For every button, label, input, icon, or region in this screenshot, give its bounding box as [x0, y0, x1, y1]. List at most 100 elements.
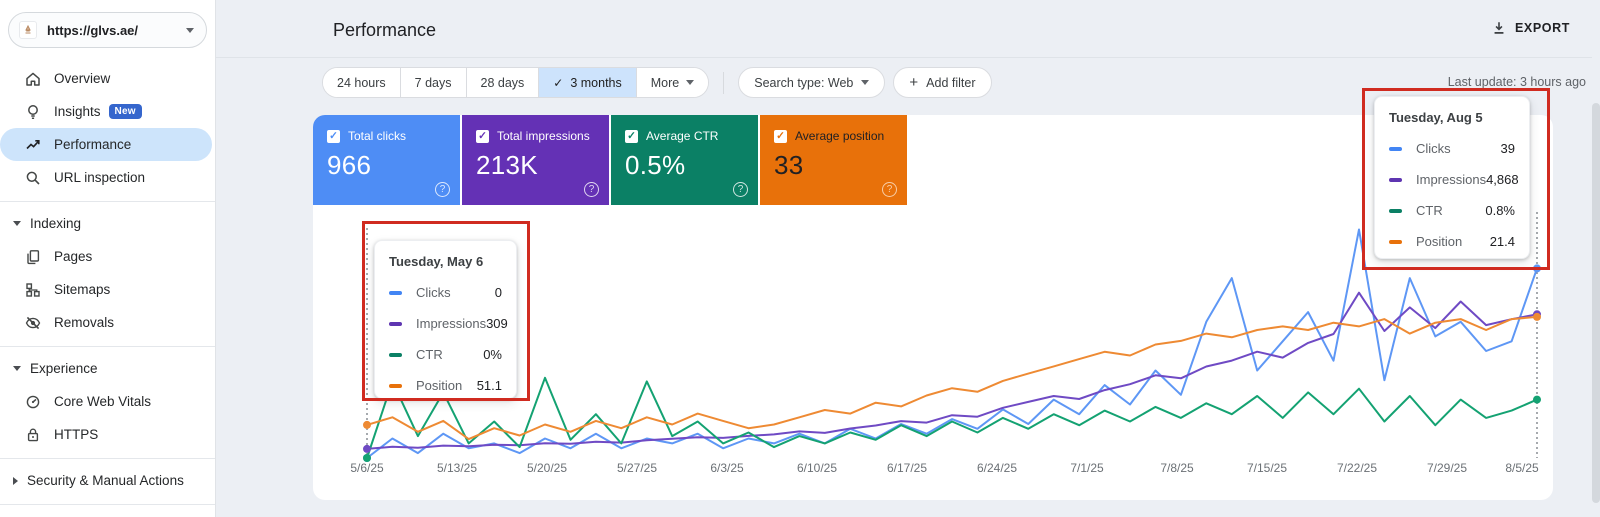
- sidebar-item-label: Performance: [54, 137, 131, 152]
- checkbox-icon[interactable]: ✓: [774, 130, 787, 143]
- chevron-down-icon: [13, 366, 21, 371]
- sidebar-item-label: Overview: [54, 71, 110, 86]
- sidebar-item-label: HTTPS: [54, 427, 98, 442]
- lock-icon: [24, 426, 42, 444]
- checkbox-icon[interactable]: ✓: [625, 130, 638, 143]
- chevron-down-icon: [186, 28, 194, 33]
- metric-cards: ✓ Total clicks 966 ? ✓ Total impressions…: [313, 115, 907, 205]
- sidebar-item-https[interactable]: HTTPS: [0, 418, 215, 451]
- sidebar-item-insights[interactable]: Insights New: [0, 95, 215, 128]
- range-7-days[interactable]: 7 days: [400, 68, 466, 97]
- tooltip-date: Tuesday, Aug 5: [1389, 110, 1515, 125]
- trending-up-icon: [24, 136, 42, 154]
- average-ctr-card[interactable]: ✓ Average CTR 0.5% ?: [611, 115, 758, 205]
- export-label: EXPORT: [1515, 21, 1570, 35]
- section-label: Indexing: [30, 216, 81, 231]
- new-badge: New: [109, 104, 142, 120]
- sidebar-divider: [0, 504, 215, 505]
- card-label: Average CTR: [646, 129, 718, 143]
- sidebar-section-experience[interactable]: Experience: [0, 352, 215, 385]
- card-value: 966: [327, 150, 448, 181]
- help-icon[interactable]: ?: [584, 182, 599, 197]
- position-swatch: [1389, 240, 1402, 244]
- sidebar-item-pages[interactable]: Pages: [0, 240, 215, 273]
- average-position-card[interactable]: ✓ Average position 33 ?: [760, 115, 907, 205]
- sidebar-item-label: Insights: [54, 104, 101, 119]
- header-divider: [216, 57, 1600, 58]
- date-range-control: 24 hours 7 days 28 days ✓ 3 months More: [322, 67, 709, 98]
- last-update-text: Last update: 3 hours ago: [1448, 75, 1586, 89]
- sidebar-item-label: Core Web Vitals: [54, 394, 151, 409]
- property-url: https://glvs.ae/: [47, 23, 186, 38]
- checkbox-icon[interactable]: ✓: [327, 130, 340, 143]
- card-label: Total impressions: [497, 129, 590, 143]
- property-selector[interactable]: https://glvs.ae/: [8, 12, 207, 48]
- x-axis-label: 8/5/25: [1505, 461, 1539, 475]
- sidebar-item-label: URL inspection: [54, 170, 145, 185]
- add-filter-button[interactable]: + Add filter: [893, 67, 991, 98]
- help-icon[interactable]: ?: [435, 182, 450, 197]
- range-more-button[interactable]: More: [636, 68, 708, 97]
- clicks-point: [1533, 264, 1541, 272]
- clicks-swatch: [1389, 147, 1402, 151]
- speedometer-icon: [24, 393, 42, 411]
- position-point: [1533, 313, 1541, 321]
- sitemap-icon: [24, 281, 42, 299]
- sidebar-item-label: Pages: [54, 249, 92, 264]
- chart-tooltip-aug5: Tuesday, Aug 5 Clicks39 Impressions4,868…: [1374, 96, 1530, 259]
- download-icon: [1491, 20, 1507, 36]
- ctr-swatch: [389, 353, 402, 357]
- main-content: Performance EXPORT 24 hours 7 days 28 da…: [216, 0, 1600, 517]
- search-console-performance-page: https://glvs.ae/ Overview Insights New P…: [0, 0, 1600, 517]
- position-swatch: [389, 384, 402, 388]
- chevron-down-icon: [13, 221, 21, 226]
- sidebar-item-sitemaps[interactable]: Sitemaps: [0, 273, 215, 306]
- sidebar-item-core-web-vitals[interactable]: Core Web Vitals: [0, 385, 215, 418]
- sidebar-item-performance[interactable]: Performance: [0, 128, 212, 161]
- scrollbar-track: [1592, 0, 1600, 517]
- x-axis-label: 7/15/25: [1247, 461, 1287, 475]
- ctr-swatch: [1389, 209, 1402, 213]
- sidebar-item-removals[interactable]: Removals: [0, 306, 215, 339]
- help-icon[interactable]: ?: [733, 182, 748, 197]
- range-3-months[interactable]: ✓ 3 months: [538, 68, 635, 97]
- section-label: Experience: [30, 361, 98, 376]
- check-icon: ✓: [553, 76, 563, 90]
- range-28-days[interactable]: 28 days: [466, 68, 539, 97]
- pages-icon: [24, 248, 42, 266]
- card-value: 0.5%: [625, 150, 746, 181]
- sidebar-section-security[interactable]: Security & Manual Actions: [0, 464, 215, 497]
- x-axis-label: 5/6/25: [350, 461, 384, 475]
- export-button[interactable]: EXPORT: [1491, 20, 1570, 36]
- sidebar-item-url-inspection[interactable]: URL inspection: [0, 161, 215, 194]
- total-clicks-card[interactable]: ✓ Total clicks 966 ?: [313, 115, 460, 205]
- checkbox-icon[interactable]: ✓: [476, 130, 489, 143]
- total-impressions-card[interactable]: ✓ Total impressions 213K ?: [462, 115, 609, 205]
- sidebar-divider: [0, 201, 215, 202]
- sidebar-item-label: Removals: [54, 315, 114, 330]
- range-24-hours[interactable]: 24 hours: [323, 68, 400, 97]
- section-label: Security & Manual Actions: [27, 473, 184, 488]
- chevron-down-icon: [861, 80, 869, 85]
- sidebar-section-indexing[interactable]: Indexing: [0, 207, 215, 240]
- scrollbar-thumb[interactable]: [1592, 103, 1600, 503]
- help-icon[interactable]: ?: [882, 182, 897, 197]
- clicks-swatch: [389, 291, 402, 295]
- sidebar-item-overview[interactable]: Overview: [0, 62, 215, 95]
- sidebar-divider: [0, 346, 215, 347]
- property-favicon: [19, 21, 37, 39]
- chart-tooltip-may6: Tuesday, May 6 Clicks0 Impressions309 CT…: [374, 240, 517, 399]
- page-title: Performance: [333, 20, 436, 41]
- impressions-swatch: [1389, 178, 1402, 182]
- sidebar: https://glvs.ae/ Overview Insights New P…: [0, 0, 216, 517]
- x-axis-label: 7/29/25: [1427, 461, 1467, 475]
- card-value: 33: [774, 150, 895, 181]
- ctr-line: [367, 378, 1537, 458]
- x-axis-label: 6/17/25: [887, 461, 927, 475]
- lightbulb-icon: [24, 103, 42, 121]
- clicks-line: [367, 230, 1537, 459]
- x-axis-label: 6/24/25: [977, 461, 1017, 475]
- impressions-swatch: [389, 322, 402, 326]
- search-type-filter[interactable]: Search type: Web: [738, 67, 885, 98]
- card-label: Average position: [795, 129, 884, 143]
